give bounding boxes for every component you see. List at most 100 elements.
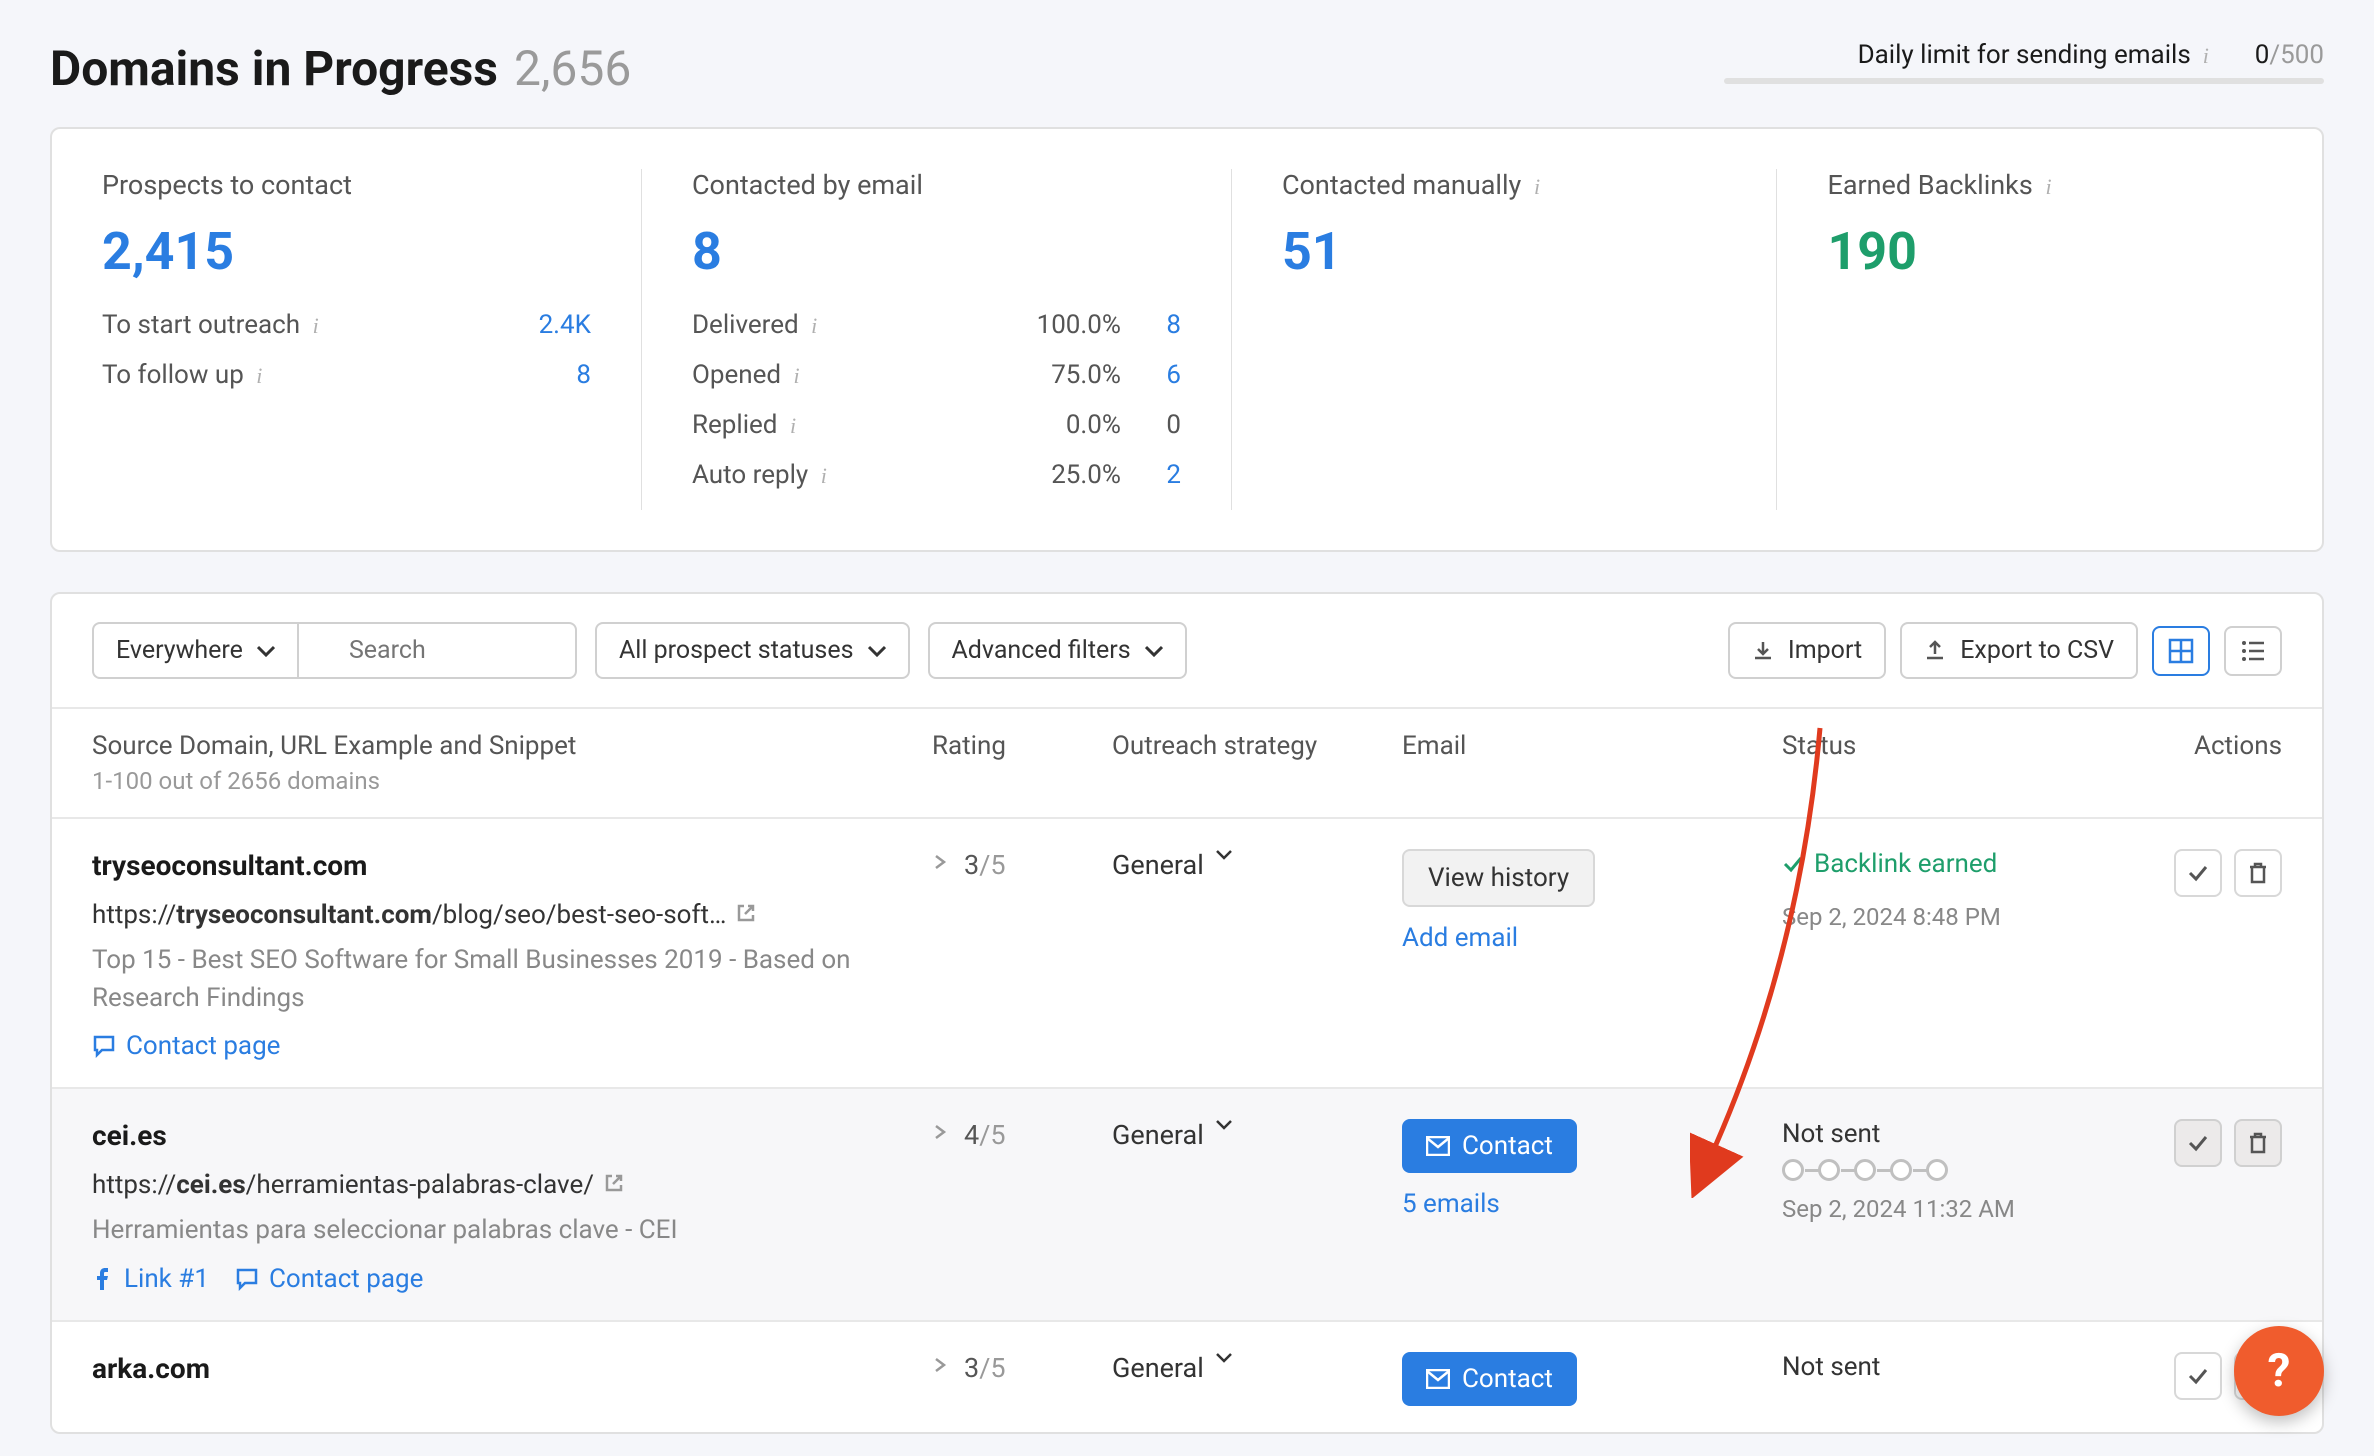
email-sublink[interactable]: 5 emails (1402, 1189, 1782, 1219)
col-strategy-label: Outreach strategy (1112, 731, 1402, 795)
external-link-icon[interactable] (604, 1173, 624, 1193)
info-icon[interactable]: i (2046, 174, 2052, 200)
email-cell: Contact (1402, 1352, 1782, 1406)
domain-url[interactable]: https://tryseoconsultant.com/blog/seo/be… (92, 900, 932, 930)
info-icon[interactable]: i (2203, 43, 2209, 69)
stat-contacted-email: Contacted by email 8 Delivered i100.0%8 … (642, 169, 1232, 510)
limit-current: 0 (2255, 40, 2270, 70)
status-date: Sep 2, 2024 8:48 PM (1782, 903, 2122, 931)
info-icon[interactable]: i (790, 413, 796, 439)
info-icon[interactable]: i (256, 363, 262, 389)
limit-label: Daily limit for sending emails (1858, 40, 2191, 70)
col-domain-sub: 1-100 out of 2656 domains (92, 767, 932, 795)
info-icon[interactable]: i (794, 363, 800, 389)
stat-value[interactable]: 51 (1282, 221, 1727, 282)
check-icon (2187, 1365, 2209, 1387)
stat-value[interactable]: 8 (692, 221, 1181, 282)
domain-link[interactable]: Contact page (235, 1264, 423, 1294)
approve-button[interactable] (2174, 849, 2222, 897)
chevron-down-icon (868, 645, 886, 657)
table-header: Source Domain, URL Example and Snippet 1… (52, 707, 2322, 817)
daily-limit: Daily limit for sending emails i 0/500 (1724, 40, 2324, 84)
export-csv-button[interactable]: Export to CSV (1900, 622, 2138, 679)
status-cell: Not sent (1782, 1352, 2122, 1406)
rating-cell: 3/5 (932, 849, 1112, 1061)
col-status-label: Status (1782, 731, 2122, 795)
stat-value[interactable]: 2,415 (102, 221, 591, 282)
chevron-right-icon[interactable] (932, 854, 948, 870)
filter-everywhere-dropdown[interactable]: Everywhere (92, 622, 297, 679)
search-input[interactable] (297, 622, 577, 679)
external-link-icon[interactable] (736, 903, 756, 923)
check-icon (2187, 862, 2209, 884)
chevron-right-icon[interactable] (932, 1124, 948, 1140)
strategy-dropdown[interactable]: General (1112, 1352, 1402, 1406)
list-icon (2240, 638, 2266, 664)
filter-status-dropdown[interactable]: All prospect statuses (595, 622, 910, 679)
chevron-down-icon (1216, 1352, 1232, 1364)
actions-cell (2122, 849, 2282, 1061)
domain-name[interactable]: tryseoconsultant.com (92, 849, 932, 882)
stat-label: Contacted by email (692, 169, 1181, 201)
status-cell: Backlink earned Sep 2, 2024 8:48 PM (1782, 849, 2122, 1061)
contact-button[interactable]: Contact (1402, 1352, 1577, 1406)
info-icon[interactable]: i (821, 463, 827, 489)
page-title: Domains in Progress 2,656 (50, 40, 631, 97)
status-badge: Backlink earned (1782, 849, 2122, 879)
chevron-down-icon (1216, 1119, 1232, 1131)
advanced-filters-button[interactable]: Advanced filters (928, 622, 1187, 679)
upload-icon (1924, 640, 1946, 662)
comment-icon (92, 1034, 116, 1058)
delete-button[interactable] (2234, 849, 2282, 897)
domain-name[interactable]: cei.es (92, 1119, 932, 1152)
stat-label: Prospects to contact (102, 169, 591, 201)
stat-value[interactable]: 190 (1827, 221, 2272, 282)
chevron-down-icon (1216, 849, 1232, 861)
domain-link[interactable]: Link #1 (92, 1264, 209, 1294)
import-button[interactable]: Import (1728, 622, 1886, 679)
chevron-down-icon (257, 645, 275, 657)
check-icon (1782, 853, 1804, 875)
email-sublink[interactable]: Add email (1402, 923, 1782, 953)
col-rating-label: Rating (932, 731, 1112, 795)
stat-subrow: To follow up i 8 (102, 360, 591, 390)
status-date: Sep 2, 2024 11:32 AM (1782, 1195, 2122, 1223)
status-cell: Not sent Sep 2, 2024 11:32 AM (1782, 1119, 2122, 1294)
domain-link[interactable]: Contact page (92, 1031, 280, 1061)
info-icon[interactable]: i (1534, 174, 1540, 200)
view-history-button[interactable]: View history (1402, 849, 1595, 907)
stat-contacted-manual: Contacted manually i 51 (1232, 169, 1778, 510)
title-text: Domains in Progress (50, 40, 498, 97)
mail-icon (1426, 1136, 1450, 1156)
chevron-down-icon (1145, 645, 1163, 657)
toolbar: Everywhere All prospect statuses Advance… (52, 594, 2322, 707)
strategy-dropdown[interactable]: General (1112, 1119, 1402, 1294)
rating-cell: 3/5 (932, 1352, 1112, 1406)
contact-button[interactable]: Contact (1402, 1119, 1577, 1173)
domain-snippet: Top 15 - Best SEO Software for Small Bus… (92, 942, 872, 1017)
view-list-button[interactable] (2224, 626, 2282, 676)
approve-button[interactable] (2174, 1352, 2222, 1400)
chevron-right-icon[interactable] (932, 1357, 948, 1373)
view-table-button[interactable] (2152, 626, 2210, 676)
rating-cell: 4/5 (932, 1119, 1112, 1294)
strategy-dropdown[interactable]: General (1112, 849, 1402, 1061)
title-count: 2,656 (514, 40, 631, 97)
email-cell: View history Add email (1402, 849, 1782, 1061)
domain-name[interactable]: arka.com (92, 1352, 932, 1385)
status-label: Not sent (1782, 1119, 2122, 1149)
domain-url[interactable]: https://cei.es/herramientas-palabras-cla… (92, 1170, 932, 1200)
check-icon (2187, 1132, 2209, 1154)
info-icon[interactable]: i (811, 313, 817, 339)
info-icon[interactable]: i (313, 313, 319, 339)
help-fab[interactable]: ? (2234, 1326, 2324, 1416)
mail-icon (1426, 1369, 1450, 1389)
delete-button[interactable] (2234, 1119, 2282, 1167)
col-actions-label: Actions (2122, 731, 2282, 795)
approve-button[interactable] (2174, 1119, 2222, 1167)
table-row: arka.com 3/5 General Contact Not sent (52, 1320, 2322, 1432)
download-icon (1752, 640, 1774, 662)
col-email-label: Email (1402, 731, 1782, 795)
grid-icon (2168, 638, 2194, 664)
limit-progress-bar (1724, 78, 2324, 84)
